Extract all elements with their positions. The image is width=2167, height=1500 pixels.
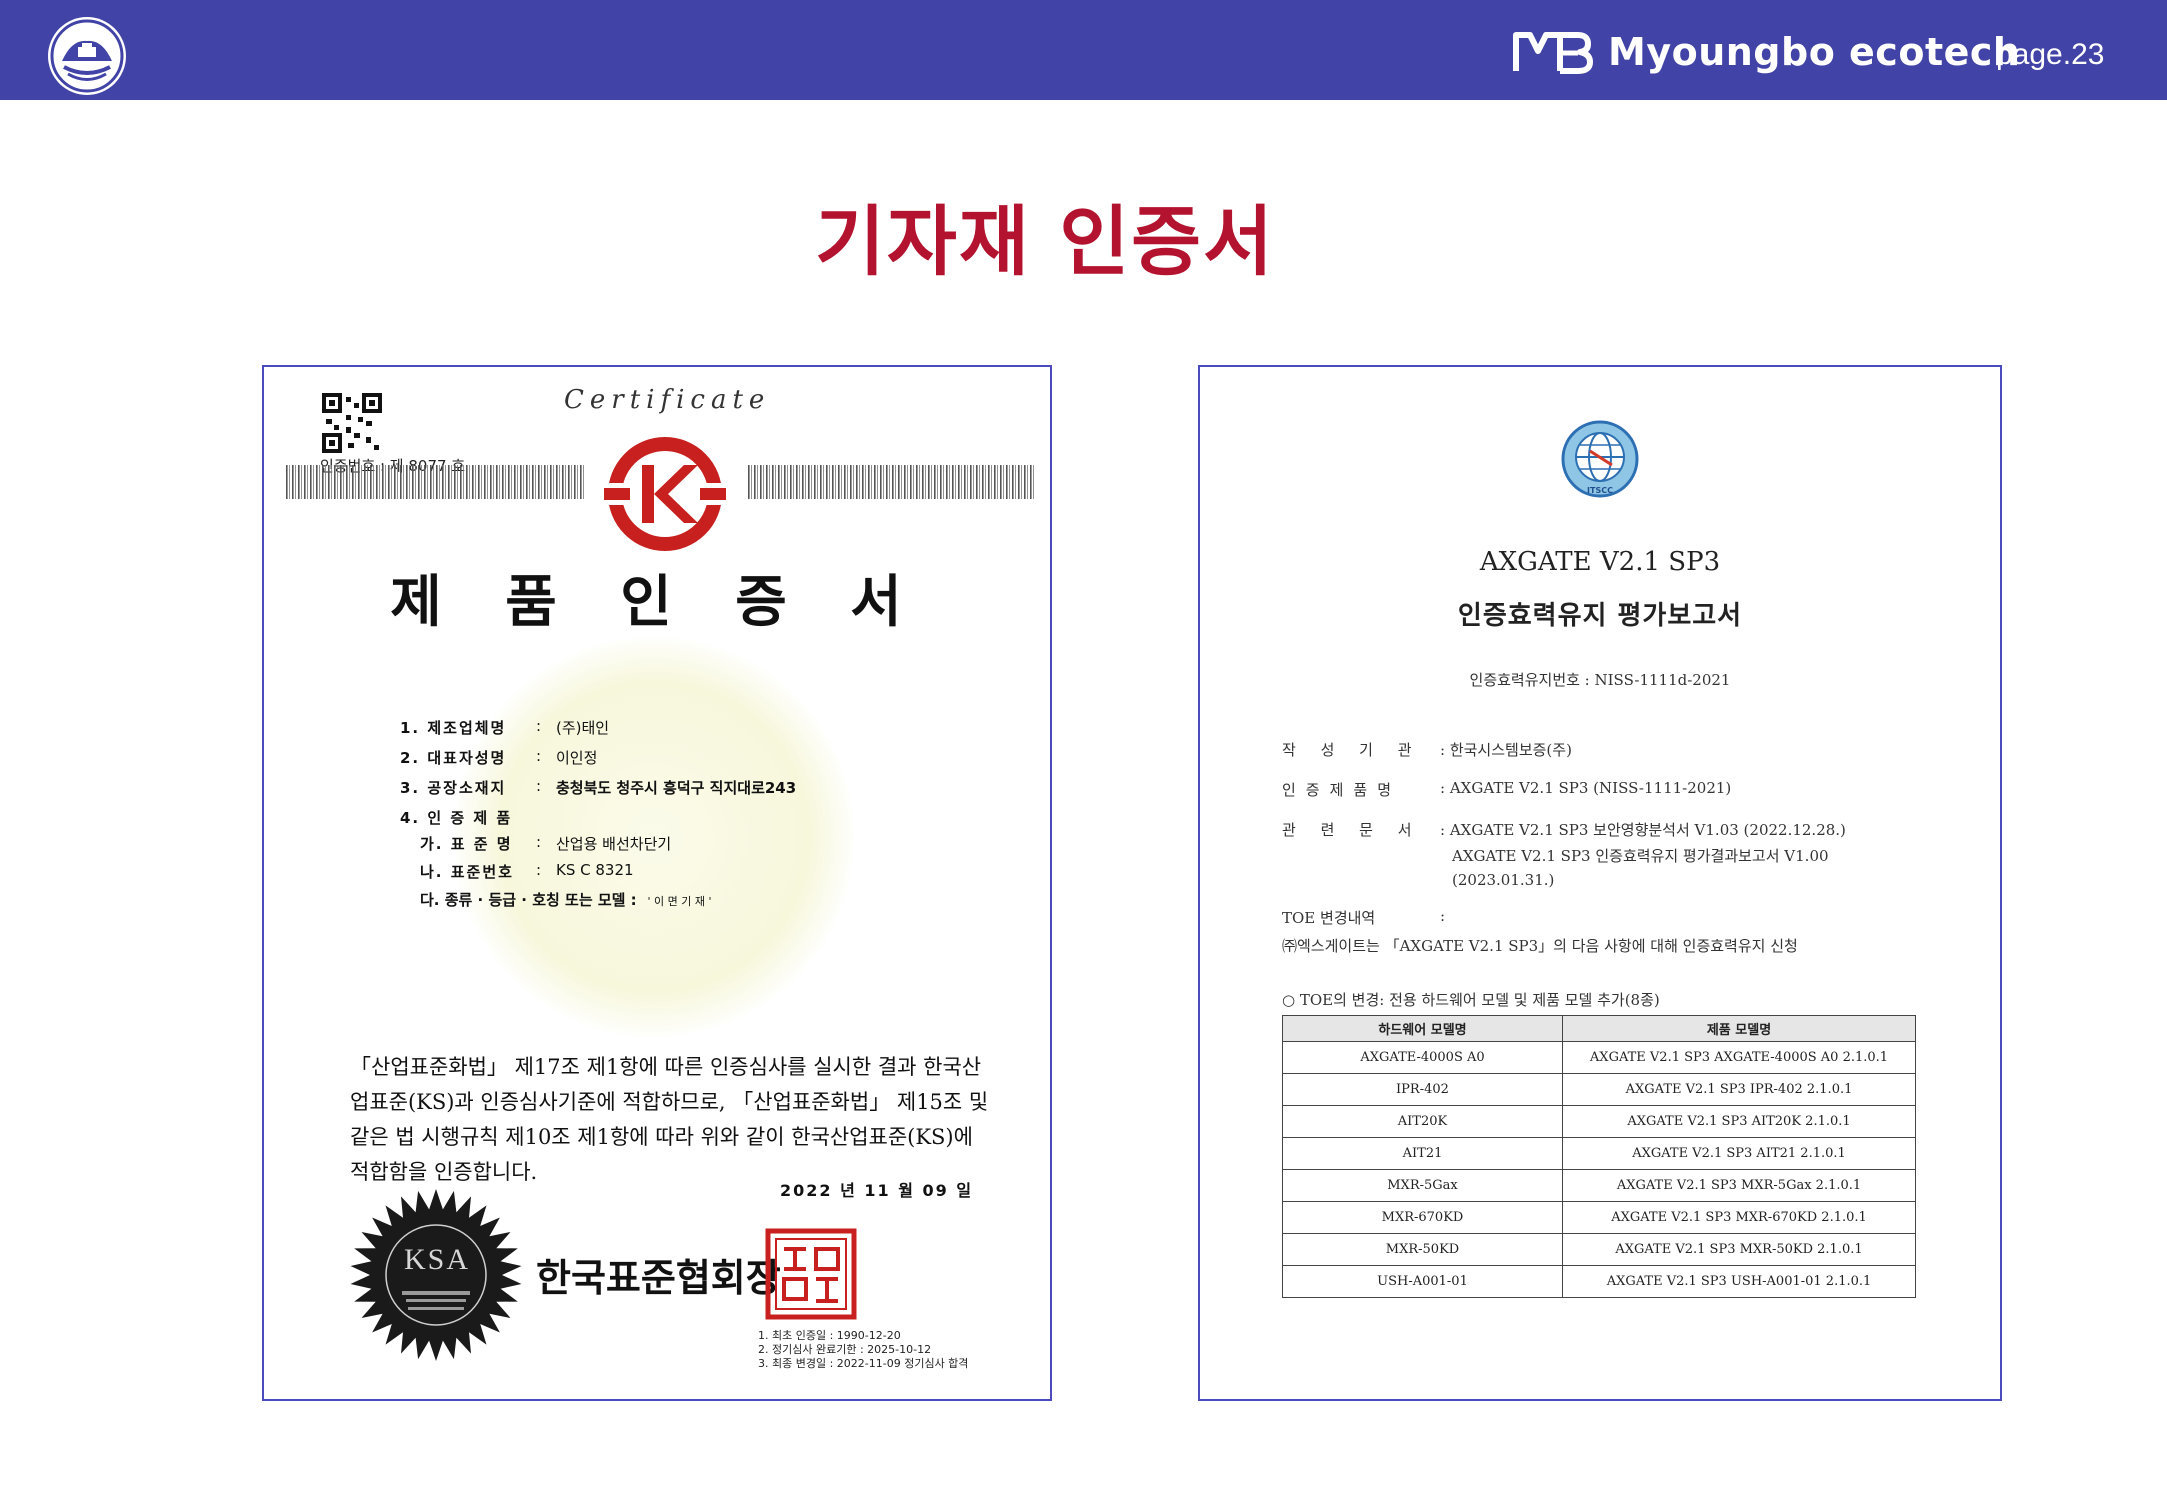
field-value-manufacturer: (주)태인: [556, 719, 610, 737]
related-doc-line-2: AXGATE V2.1 SP3 인증효력유지 평가결과보고서 V1.00: [1452, 847, 1829, 865]
field-model-line: 다. 종류 · 등급 · 호칭 또는 모델 : ' 이 면 기 재 ': [420, 889, 711, 910]
certificate-main-title: 제 품 인 증 서: [390, 570, 924, 635]
brand-logo: Myoungbo ecotech: [1512, 22, 2020, 82]
field-colon: :: [536, 747, 542, 765]
related-doc-line-3: (2023.01.31.): [1452, 871, 1555, 889]
table-cell-hardware: MXR-670KD: [1282, 1201, 1563, 1234]
product-certificate-document: Certificate 인증번호 : 제 8077 호 제 품 인 증 서 1.…: [262, 365, 1052, 1401]
row-value-author: : 한국시스템보증(주): [1440, 741, 1572, 759]
table-header-product: 제품 모델명: [1562, 1015, 1916, 1042]
toe-description: ㈜엑스게이트는 「AXGATE V2.1 SP3」의 다음 사항에 대해 인증효…: [1282, 937, 1798, 955]
model-table: 하드웨어 모델명 제품 모델명 AXGATE-4000S A0 AXGATE V2…: [1282, 1015, 1916, 1298]
table-header-row: 하드웨어 모델명 제품 모델명: [1282, 1015, 1916, 1042]
itscc-globe-logo-icon: ITSCC: [1561, 420, 1639, 498]
table-cell-hardware: AIT20K: [1282, 1105, 1563, 1138]
field-value-model: ' 이 면 기 재 ': [647, 895, 712, 908]
footnote-last-change: 3. 최종 변경일 : 2022-11-09 정기심사 합격: [758, 1357, 969, 1370]
certificate-script-word: Certificate: [564, 385, 771, 415]
field-label-model: 다. 종류 · 등급 · 호칭 또는 모델 :: [420, 891, 637, 909]
field-label-standard-name: 가. 표 준 명: [420, 835, 513, 853]
table-cell-hardware: MXR-5Gax: [1282, 1169, 1563, 1202]
table-row: AIT20K AXGATE V2.1 SP3 AIT20K 2.1.0.1: [1282, 1105, 1916, 1138]
field-colon: :: [536, 861, 542, 879]
page-number: page.23: [1996, 38, 2105, 71]
certificate-body-text: 「산업표준화법」 제17조 제1항에 따른 인증심사를 실시한 결과 한국산업표…: [350, 1055, 989, 1184]
field-label-factory-address: 3. 공장소재지: [400, 779, 507, 797]
table-cell-product: AXGATE V2.1 SP3 IPR-402 2.1.0.1: [1562, 1073, 1916, 1106]
page-title: 기자재 인증서: [815, 197, 1275, 286]
table-cell-product: AXGATE V2.1 SP3 AIT21 2.1.0.1: [1562, 1137, 1916, 1170]
row-label-author: 작 성 기 관: [1282, 741, 1422, 759]
table-row: MXR-670KD AXGATE V2.1 SP3 MXR-670KD 2.1.0…: [1282, 1201, 1916, 1234]
table-cell-hardware: MXR-50KD: [1282, 1233, 1563, 1266]
field-value-standard-number: KS C 8321: [556, 861, 634, 879]
table-cell-hardware: USH-A001-01: [1282, 1265, 1563, 1298]
official-red-stamp-icon: [765, 1228, 857, 1320]
row-label-related-docs: 관 련 문 서: [1282, 821, 1422, 839]
toe-change-colon: :: [1440, 907, 1446, 925]
table-cell-product: AXGATE V2.1 SP3 MXR-670KD 2.1.0.1: [1562, 1201, 1916, 1234]
table-row: USH-A001-01 AXGATE V2.1 SP3 USH-A001-01 2…: [1282, 1265, 1916, 1298]
decorative-barcode-right: [748, 465, 1034, 499]
ksa-seal-label: KSA: [403, 1243, 470, 1276]
qr-code-icon: [322, 393, 382, 453]
itscc-logo-label: ITSCC: [1587, 486, 1613, 495]
field-label-standard-number: 나. 표준번호: [420, 863, 514, 881]
table-cell-product: AXGATE V2.1 SP3 USH-A001-01 2.1.0.1: [1562, 1265, 1916, 1298]
table-cell-product: AXGATE V2.1 SP3 MXR-5Gax 2.1.0.1: [1562, 1169, 1916, 1202]
report-title: AXGATE V2.1 SP3: [1479, 547, 1721, 577]
toe-change-label: TOE 변경내역: [1282, 909, 1376, 927]
table-cell-hardware: AIT21: [1282, 1137, 1563, 1170]
table-cell-hardware: AXGATE-4000S A0: [1282, 1041, 1563, 1074]
field-value-standard-name: 산업용 배선차단기: [556, 835, 672, 853]
field-colon: :: [536, 833, 542, 851]
field-colon: :: [536, 717, 542, 735]
certificate-date: 2022 년 11 월 09 일: [780, 1181, 974, 1200]
institution-emblem-icon: [48, 17, 126, 95]
mb-logo-icon: [1513, 32, 1593, 74]
table-row: IPR-402 AXGATE V2.1 SP3 IPR-402 2.1.0.1: [1282, 1073, 1916, 1106]
table-row: MXR-5Gax AXGATE V2.1 SP3 MXR-5Gax 2.1.0.1: [1282, 1169, 1916, 1202]
table-row: MXR-50KD AXGATE V2.1 SP3 MXR-50KD 2.1.0.1: [1282, 1233, 1916, 1266]
field-label-manufacturer: 1. 제조업체명: [400, 719, 507, 737]
row-value-related-docs: : AXGATE V2.1 SP3 보안영향분석서 V1.03 (2022.12…: [1440, 821, 1846, 839]
field-value-representative: 이인정: [556, 749, 598, 767]
table-cell-product: AXGATE V2.1 SP3 AIT20K 2.1.0.1: [1562, 1105, 1916, 1138]
table-header-hardware: 하드웨어 모델명: [1282, 1015, 1563, 1042]
row-value-product-name: : AXGATE V2.1 SP3 (NISS-1111-2021): [1440, 779, 1732, 797]
report-subtitle: 인증효력유지 평가보고서: [1457, 601, 1743, 631]
field-label-certified-product: 4. 인 증 제 품: [400, 809, 513, 827]
ks-mark-logo-icon: [600, 437, 730, 551]
field-colon: :: [536, 777, 542, 795]
issuer-name: 한국표준협회장: [536, 1256, 781, 1300]
evaluation-report-document: ITSCC AXGATE V2.1 SP3 인증효력유지 평가보고서 인증효력유…: [1198, 365, 2002, 1401]
table-cell-hardware: IPR-402: [1282, 1073, 1563, 1106]
field-value-factory-address: 충청북도 청주시 흥덕구 직지대로243: [556, 779, 797, 797]
report-number: 인증효력유지번호 : NISS-1111d-2021: [1469, 671, 1731, 689]
table-cell-product: AXGATE V2.1 SP3 MXR-50KD 2.1.0.1: [1562, 1233, 1916, 1266]
table-row: AIT21 AXGATE V2.1 SP3 AIT21 2.1.0.1: [1282, 1137, 1916, 1170]
decorative-barcode-left: [286, 465, 584, 499]
table-cell-product: AXGATE V2.1 SP3 AXGATE-4000S A0 2.1.0.1: [1562, 1041, 1916, 1074]
field-label-representative: 2. 대표자성명: [400, 749, 507, 767]
toe-change-note: ○ TOE의 변경: 전용 하드웨어 모델 및 제품 모델 추가(8종): [1282, 991, 1660, 1009]
header-bar: Myoungbo ecotech page.23: [0, 0, 2167, 100]
brand-name: Myoungbo ecotech: [1608, 30, 2021, 74]
row-label-product-name: 인증제품명: [1282, 781, 1402, 799]
table-row: AXGATE-4000S A0 AXGATE V2.1 SP3 AXGATE-40…: [1282, 1041, 1916, 1074]
